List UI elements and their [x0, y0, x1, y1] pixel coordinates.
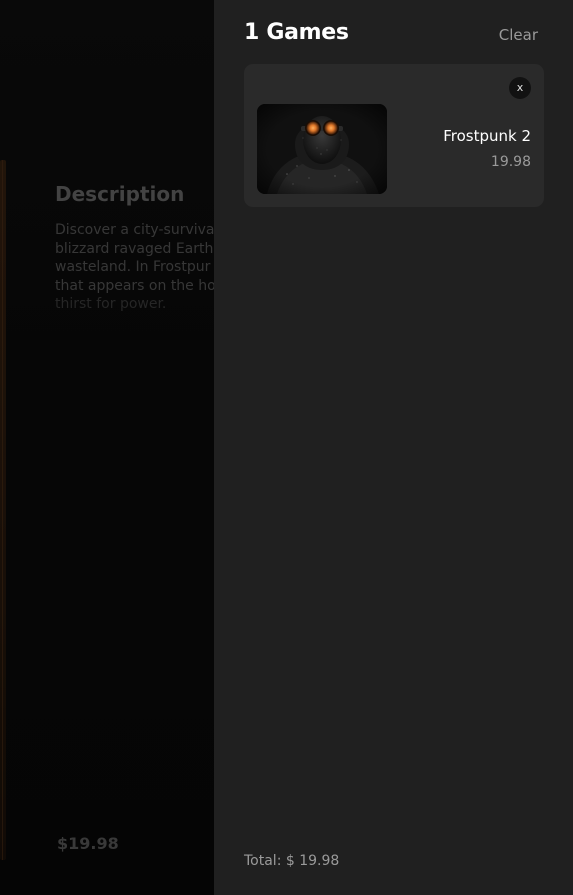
cart-item-title[interactable]: Frostpunk 2 — [443, 127, 531, 145]
clear-cart-button[interactable]: Clear — [499, 26, 538, 44]
cart-total: Total: $ 19.98 — [244, 853, 340, 869]
frostpunk-cover-image — [257, 104, 387, 194]
cart-title: 1 Games — [244, 20, 349, 45]
remove-item-button[interactable]: x — [509, 77, 531, 99]
cart-item-price: 19.98 — [490, 154, 531, 170]
game-thumbnail[interactable] — [257, 104, 387, 194]
cart-drawer: 1 Games Clear x Frostpunk 2 19.98 Total:… — [214, 0, 573, 895]
cart-item: x Frostpunk 2 19.98 — [244, 64, 544, 207]
modal-backdrop[interactable] — [0, 0, 214, 895]
